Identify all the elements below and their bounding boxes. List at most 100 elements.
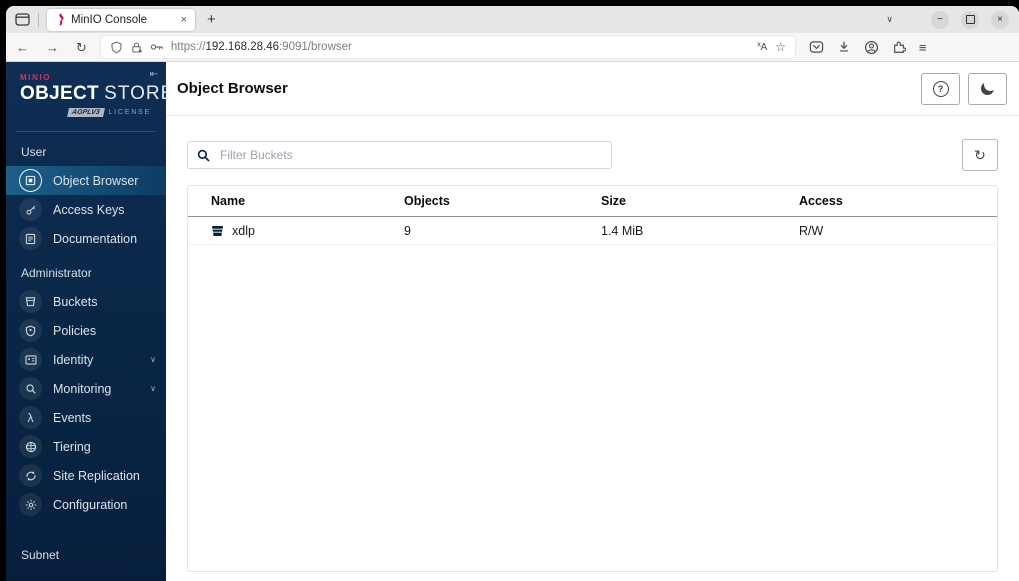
sidebar-item-object-browser[interactable]: Object Browser bbox=[6, 166, 166, 195]
extensions-puzzle-icon[interactable] bbox=[892, 40, 906, 54]
sidebar-item-events[interactable]: λ Events bbox=[6, 403, 166, 432]
page-title: Object Browser bbox=[177, 80, 288, 97]
brand-minio: MINIO bbox=[20, 73, 52, 82]
bucket-icon bbox=[212, 225, 223, 236]
help-button[interactable]: ? bbox=[921, 72, 960, 105]
filter-buckets-input[interactable] bbox=[218, 147, 602, 163]
sidebar-item-label: Events bbox=[53, 410, 92, 425]
tab-minio-console[interactable]: MinIO Console × bbox=[47, 8, 195, 31]
hamburger-menu-icon[interactable]: ≡ bbox=[919, 40, 927, 55]
section-label-user: User bbox=[21, 145, 47, 159]
dark-mode-button[interactable] bbox=[968, 72, 1007, 105]
sidebar: ⇤ MINIO OBJECT STORE AGPLV3 LICENSE User… bbox=[6, 62, 166, 581]
reload-button[interactable]: ↻ bbox=[76, 41, 87, 54]
sidebar-item-label: Documentation bbox=[53, 231, 138, 246]
filter-buckets-field[interactable] bbox=[187, 141, 612, 169]
sidebar-item-policies[interactable]: Policies bbox=[6, 316, 166, 345]
column-header-objects: Objects bbox=[404, 194, 450, 208]
close-window-button[interactable]: × bbox=[991, 10, 1009, 29]
object-browser-icon bbox=[19, 169, 42, 192]
bucket-name: xdlp bbox=[232, 223, 255, 238]
documentation-icon bbox=[19, 227, 42, 250]
tab-strip: MinIO Console × + ∨ − × bbox=[6, 6, 1019, 33]
saved-password-key-icon[interactable] bbox=[150, 41, 164, 53]
translate-icon[interactable]: ᕽA bbox=[757, 42, 767, 53]
sidebar-item-label: Object Browser bbox=[53, 173, 139, 188]
pocket-icon[interactable] bbox=[809, 40, 824, 54]
downloads-icon[interactable] bbox=[837, 40, 851, 54]
section-label-administrator: Administrator bbox=[21, 266, 92, 280]
insecure-lock-icon[interactable] bbox=[130, 41, 143, 54]
sidebar-item-label: Site Replication bbox=[53, 468, 140, 483]
table-header-row: Name Objects Size Access bbox=[188, 186, 997, 217]
list-all-tabs-icon[interactable]: ∨ bbox=[886, 14, 893, 25]
tab-separator bbox=[38, 12, 39, 27]
moon-icon bbox=[981, 78, 997, 95]
page-header: Object Browser ? bbox=[166, 62, 1019, 116]
minio-logo: ⇤ MINIO OBJECT STORE AGPLV3 LICENSE bbox=[6, 62, 166, 123]
events-lambda-icon: λ bbox=[19, 406, 42, 429]
main-panel: Object Browser ? ↻ Name O bbox=[166, 62, 1019, 581]
sidebar-item-configuration[interactable]: Configuration bbox=[6, 490, 166, 519]
chevron-down-icon[interactable]: ∨ bbox=[150, 355, 156, 364]
refresh-button[interactable]: ↻ bbox=[962, 139, 998, 171]
site-replication-icon bbox=[19, 464, 42, 487]
minio-favicon bbox=[59, 13, 64, 26]
firefox-view-icon[interactable] bbox=[14, 12, 31, 27]
bucket-objects: 9 bbox=[404, 223, 411, 238]
chevron-down-icon[interactable]: ∨ bbox=[150, 384, 156, 393]
sidebar-item-monitoring[interactable]: Monitoring ∨ bbox=[6, 374, 166, 403]
new-tab-button[interactable]: + bbox=[207, 11, 216, 28]
column-header-access: Access bbox=[799, 194, 843, 208]
sidebar-item-label: Access Keys bbox=[53, 202, 125, 217]
section-label-subnet: Subnet bbox=[21, 548, 60, 562]
sidebar-item-buckets[interactable]: Buckets bbox=[6, 287, 166, 316]
sidebar-item-label: Tiering bbox=[53, 439, 91, 454]
buckets-table-card: Name Objects Size Access xdlp 9 1.4 MiB … bbox=[187, 185, 998, 572]
sidebar-item-site-replication[interactable]: Site Replication bbox=[6, 461, 166, 490]
help-icon: ? bbox=[932, 80, 949, 97]
policies-icon bbox=[19, 319, 42, 342]
configuration-gear-icon bbox=[19, 493, 42, 516]
sidebar-item-label: Policies bbox=[53, 323, 97, 338]
back-button[interactable]: ← bbox=[16, 41, 29, 54]
sidebar-item-access-keys[interactable]: Access Keys bbox=[6, 195, 166, 224]
sidebar-item-label: Configuration bbox=[53, 497, 128, 512]
sidebar-item-tiering[interactable]: Tiering bbox=[6, 432, 166, 461]
account-icon[interactable] bbox=[864, 40, 879, 55]
sidebar-item-label: Monitoring bbox=[53, 381, 112, 396]
sidebar-item-identity[interactable]: Identity ∨ bbox=[6, 345, 166, 374]
identity-icon bbox=[19, 348, 42, 371]
bucket-access: R/W bbox=[799, 223, 824, 238]
content-area: ↻ Name Objects Size Access xdlp 9 bbox=[166, 116, 1019, 581]
browser-window: MinIO Console × + ∨ − × ← → ↻ https://19… bbox=[6, 6, 1019, 581]
restore-button[interactable] bbox=[961, 10, 979, 29]
tiering-icon bbox=[19, 435, 42, 458]
search-icon bbox=[197, 149, 210, 162]
tab-title: MinIO Console bbox=[71, 13, 148, 26]
agpl-badge: AGPLV3 bbox=[66, 108, 105, 117]
brand-object-store: OBJECT STORE bbox=[20, 83, 166, 104]
sidebar-item-label: Identity bbox=[53, 352, 94, 367]
monitoring-icon bbox=[19, 377, 42, 400]
forward-button[interactable]: → bbox=[46, 41, 59, 54]
tracking-protection-shield-icon[interactable] bbox=[110, 41, 123, 54]
sidebar-collapse-icon[interactable]: ⇤ bbox=[150, 69, 158, 80]
access-keys-icon bbox=[19, 198, 42, 221]
minimize-button[interactable]: − bbox=[931, 10, 949, 29]
bookmark-star-icon[interactable]: ☆ bbox=[775, 40, 786, 54]
sidebar-item-documentation[interactable]: Documentation bbox=[6, 224, 166, 253]
buckets-icon bbox=[19, 290, 42, 313]
column-header-size: Size bbox=[601, 194, 627, 208]
url-bar[interactable]: https://192.168.28.46:9091/browser ᕽA ☆ bbox=[100, 36, 795, 58]
column-header-name: Name bbox=[211, 194, 246, 208]
table-row[interactable]: xdlp 9 1.4 MiB R/W bbox=[188, 217, 997, 245]
sidebar-item-label: Buckets bbox=[53, 294, 98, 309]
refresh-icon: ↻ bbox=[974, 146, 986, 163]
navigation-toolbar: ← → ↻ https://192.168.28.46:9091/browser… bbox=[6, 33, 1019, 62]
tab-close-icon[interactable]: × bbox=[181, 14, 187, 26]
restore-icon bbox=[965, 15, 975, 24]
url-text: https://192.168.28.46:9091/browser bbox=[170, 41, 352, 53]
bucket-size: 1.4 MiB bbox=[601, 223, 644, 238]
license-label: LICENSE bbox=[108, 109, 151, 116]
